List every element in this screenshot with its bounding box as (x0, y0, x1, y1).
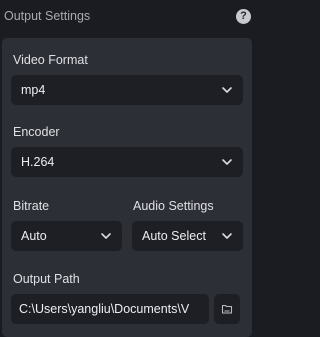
output-path-input[interactable]: C:\Users\yangliu\Documents\V (11, 294, 209, 324)
bitrate-select[interactable]: Auto (11, 221, 122, 251)
chevron-down-icon (222, 159, 232, 165)
video-format-select[interactable]: mp4 (11, 75, 243, 105)
settings-header: Output Settings ? (0, 0, 257, 32)
encoder-select[interactable]: H.264 (11, 147, 243, 177)
browse-folder-button[interactable] (214, 294, 240, 324)
chevron-down-icon (101, 233, 111, 239)
bitrate-label: Bitrate (13, 199, 50, 213)
audio-settings-select[interactable]: Auto Select (132, 221, 243, 251)
chevron-down-icon (222, 233, 232, 239)
chevron-down-icon (222, 87, 232, 93)
audio-settings-value: Auto Select (142, 229, 206, 243)
bitrate-value: Auto (21, 229, 47, 243)
encoder-value: H.264 (21, 155, 55, 169)
audio-settings-label: Audio Settings (133, 199, 214, 213)
folder-icon (221, 304, 233, 314)
encoder-label: Encoder (13, 125, 60, 139)
settings-panel: Video Format mp4 Encoder H.264 Bitrate A… (2, 38, 252, 337)
video-format-label: Video Format (13, 53, 88, 67)
output-path-value: C:\Users\yangliu\Documents\V (19, 302, 190, 316)
output-path-label: Output Path (13, 272, 80, 286)
help-icon[interactable]: ? (236, 8, 251, 24)
video-format-value: mp4 (21, 83, 46, 97)
page-title: Output Settings (4, 9, 91, 23)
